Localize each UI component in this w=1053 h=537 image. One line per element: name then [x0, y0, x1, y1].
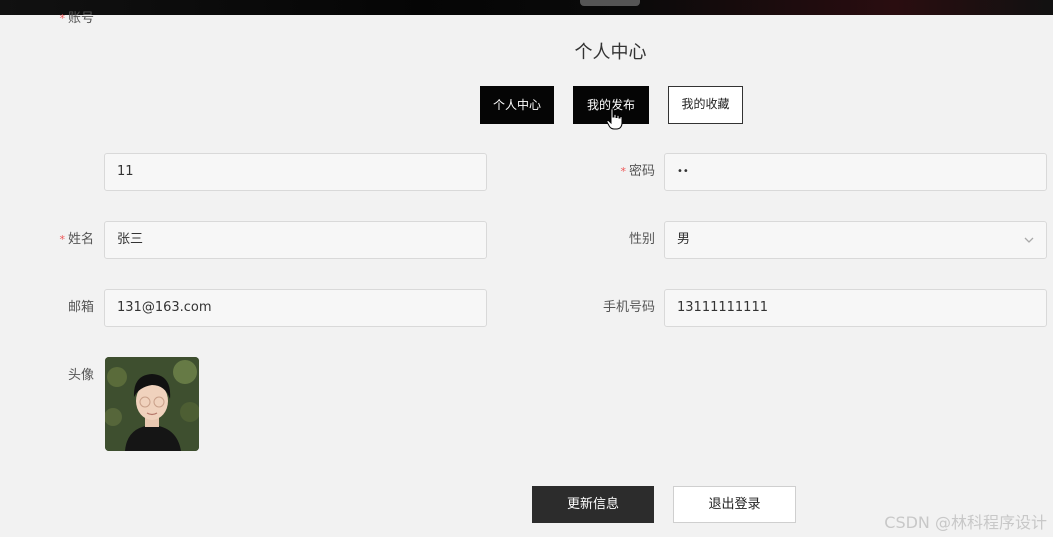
logo-icon: [580, 0, 640, 6]
avatar-photo: [105, 357, 199, 451]
account-input[interactable]: 11: [104, 153, 487, 191]
name-label: * 姓名: [59, 232, 94, 247]
phone-input[interactable]: 13111111111: [664, 289, 1047, 327]
phone-label: 手机号码: [602, 300, 655, 315]
watermark: CSDN @林科程序设计: [884, 513, 1047, 532]
chevron-down-icon: [1024, 237, 1034, 243]
top-nav-bar: [0, 0, 1053, 15]
account-label: * 账号: [59, 11, 94, 26]
password-label: * 密码: [620, 164, 655, 179]
tab-profile[interactable]: 个人中心: [480, 86, 554, 124]
tab-my-favorites[interactable]: 我的收藏: [668, 86, 743, 124]
avatar-label: 头像: [67, 368, 94, 383]
update-info-button[interactable]: 更新信息: [532, 486, 654, 523]
name-input[interactable]: 张三: [104, 221, 487, 259]
gender-select[interactable]: 男: [664, 221, 1047, 259]
avatar[interactable]: [105, 357, 199, 451]
gender-label: 性别: [628, 232, 655, 247]
email-input[interactable]: 131@163.com: [104, 289, 487, 327]
email-label: 邮箱: [67, 300, 94, 315]
password-input[interactable]: ••: [664, 153, 1047, 191]
page-title: 个人中心: [574, 42, 647, 63]
gender-value: 男: [677, 232, 691, 247]
hand-cursor-icon: [606, 108, 623, 130]
logout-button[interactable]: 退出登录: [673, 486, 796, 523]
